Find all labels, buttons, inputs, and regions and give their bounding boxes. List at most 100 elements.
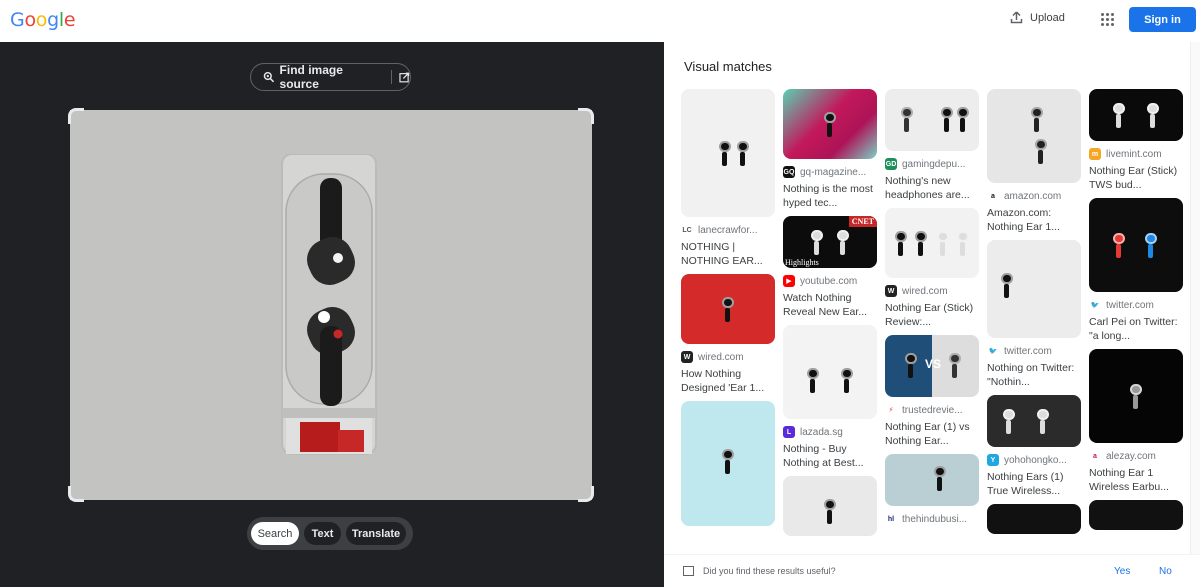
result-source[interactable]: LC lanecrawfor... <box>681 224 775 236</box>
site-favicon-icon: W <box>885 285 897 297</box>
visual-match-card[interactable]: Wwired.com How Nothing Designed 'Ear 1... <box>681 274 775 395</box>
crop-handle-top-right[interactable] <box>578 108 594 124</box>
earbud-graphic <box>811 230 823 255</box>
crop-handle-top-left[interactable] <box>68 108 84 124</box>
result-title[interactable]: Nothing Ears (1) True Wireless... <box>987 470 1081 498</box>
result-thumbnail[interactable] <box>783 476 877 536</box>
lens-search-icon <box>263 71 275 83</box>
result-title[interactable]: Nothing's new headphones are... <box>885 174 979 202</box>
result-source[interactable]: GD gamingdepu... <box>885 158 979 170</box>
visual-match-card[interactable]: LC lanecrawfor... NOTHING | NOTHING EAR... <box>681 89 775 268</box>
visual-match-card[interactable] <box>681 401 775 526</box>
result-thumbnail[interactable] <box>885 89 979 151</box>
site-favicon-icon: a <box>987 190 999 202</box>
selected-image-crop[interactable] <box>68 108 594 502</box>
result-thumbnail[interactable] <box>987 504 1081 534</box>
visual-match-card[interactable]: Llazada.sg Nothing - Buy Nothing at Best.… <box>783 325 877 470</box>
result-source[interactable]: ▶ youtube.com <box>783 275 877 287</box>
result-title[interactable]: Carl Pei on Twitter: "a long... <box>1089 315 1183 343</box>
result-source[interactable]: m livemint.com <box>1089 148 1183 160</box>
result-thumbnail[interactable] <box>987 240 1081 338</box>
mode-text-button[interactable]: Text <box>304 522 341 545</box>
result-thumbnail[interactable]: VS <box>885 335 979 397</box>
feedback-no-button[interactable]: No <box>1159 566 1172 577</box>
result-source[interactable]: 🐦 twitter.com <box>987 345 1081 357</box>
result-thumbnail[interactable] <box>783 325 877 419</box>
earbud-graphic <box>719 141 731 166</box>
visual-match-card[interactable]: Yyohohongko... Nothing Ears (1) True Wire… <box>987 395 1081 498</box>
result-title[interactable]: Nothing Ear (Stick) TWS bud... <box>1089 164 1183 192</box>
feedback-yes-button[interactable]: Yes <box>1114 566 1130 577</box>
crop-handle-bottom-left[interactable] <box>68 486 84 502</box>
result-thumbnail[interactable] <box>1089 198 1183 292</box>
open-in-new-icon[interactable] <box>399 72 410 83</box>
result-title[interactable]: How Nothing Designed 'Ear 1... <box>681 367 775 395</box>
earbud-graphic <box>722 449 734 474</box>
google-logo[interactable]: Google <box>10 9 76 31</box>
sign-in-button[interactable]: Sign in <box>1129 7 1196 32</box>
result-thumbnail[interactable] <box>1089 500 1183 530</box>
site-favicon-icon: m <box>1089 148 1101 160</box>
site-favicon-icon: GQ <box>783 166 795 178</box>
earbud-graphic <box>915 231 927 256</box>
result-source[interactable]: ⚡ trustedrevie... <box>885 404 979 416</box>
result-thumbnail[interactable] <box>783 89 877 159</box>
result-source[interactable]: GQ gq-magazine... <box>783 166 877 178</box>
visual-match-card[interactable]: m livemint.com Nothing Ear (Stick) TWS bud… <box>1089 89 1183 192</box>
result-thumbnail[interactable] <box>1089 89 1183 141</box>
apps-grid-icon[interactable] <box>1101 13 1114 26</box>
result-title[interactable]: Nothing on Twitter: "Nothin... <box>987 361 1081 389</box>
result-source[interactable]: a alezay.com <box>1089 450 1183 462</box>
visual-match-card[interactable]: a amazon.com Amazon.com: Nothing Ear 1... <box>987 89 1081 234</box>
result-title[interactable]: Nothing Ear 1 Wireless Earbu... <box>1089 466 1183 494</box>
results-scrollbar[interactable] <box>1190 42 1200 554</box>
result-thumbnail[interactable] <box>1089 349 1183 443</box>
earbud-graphic <box>941 107 953 132</box>
mode-translate-button[interactable]: Translate <box>346 522 406 545</box>
visual-match-card[interactable]: GQ gq-magazine... Nothing is the most hype… <box>783 89 877 210</box>
result-source[interactable]: a amazon.com <box>987 190 1081 202</box>
result-source[interactable]: hl thehindubusi... <box>885 513 979 525</box>
mode-search-button[interactable]: Search <box>251 522 299 545</box>
result-title[interactable]: Nothing - Buy Nothing at Best... <box>783 442 877 470</box>
result-title[interactable]: Nothing Ear (Stick) Review:... <box>885 301 979 329</box>
source-domain: livemint.com <box>1106 148 1162 160</box>
result-thumbnail[interactable] <box>681 89 775 217</box>
result-source[interactable]: 🐦 twitter.com <box>1089 299 1183 311</box>
result-source[interactable]: Wwired.com <box>681 351 775 363</box>
upload-button[interactable]: Upload <box>1010 11 1065 24</box>
result-source[interactable]: Wwired.com <box>885 285 979 297</box>
source-domain: alezay.com <box>1106 450 1156 462</box>
visual-match-card[interactable]: CNET Highlights ▶ youtube.com Watch Nothing … <box>783 216 877 319</box>
visual-match-card[interactable]: GD gamingdepu... Nothing's new headphones … <box>885 89 979 202</box>
visual-match-card[interactable] <box>1089 500 1183 530</box>
result-source[interactable]: Yyohohongko... <box>987 454 1081 466</box>
result-title[interactable]: Nothing is the most hyped tec... <box>783 182 877 210</box>
result-thumbnail[interactable] <box>681 274 775 344</box>
visual-match-card[interactable] <box>987 504 1081 534</box>
earbud-graphic <box>957 107 969 132</box>
visual-match-card[interactable]: hl thehindubusi... <box>885 454 979 525</box>
logo-letter: o <box>24 9 36 31</box>
crop-handle-bottom-right[interactable] <box>578 486 594 502</box>
result-thumbnail[interactable]: CNET Highlights <box>783 216 877 268</box>
result-title[interactable]: Watch Nothing Reveal New Ear... <box>783 291 877 319</box>
result-source[interactable]: Llazada.sg <box>783 426 877 438</box>
result-title[interactable]: Nothing Ear (1) vs Nothing Ear... <box>885 420 979 448</box>
visual-match-card[interactable]: 🐦 twitter.com Carl Pei on Twitter: "a long… <box>1089 198 1183 343</box>
find-image-source-button[interactable]: Find image source <box>250 63 411 91</box>
result-thumbnail[interactable] <box>681 401 775 526</box>
result-title[interactable]: Amazon.com: Nothing Ear 1... <box>987 206 1081 234</box>
result-thumbnail[interactable] <box>885 208 979 278</box>
result-thumbnail[interactable] <box>987 89 1081 183</box>
upload-icon <box>1010 11 1023 24</box>
result-title[interactable]: NOTHING | NOTHING EAR... <box>681 240 775 268</box>
earbud-graphic <box>1035 139 1047 164</box>
result-thumbnail[interactable] <box>987 395 1081 447</box>
visual-match-card[interactable] <box>783 476 877 536</box>
visual-match-card[interactable]: a alezay.com Nothing Ear 1 Wireless Earbu.… <box>1089 349 1183 494</box>
result-thumbnail[interactable] <box>885 454 979 506</box>
visual-match-card[interactable]: 🐦 twitter.com Nothing on Twitter: "Nothin.… <box>987 240 1081 389</box>
visual-match-card[interactable]: Wwired.com Nothing Ear (Stick) Review:... <box>885 208 979 329</box>
visual-match-card[interactable]: VS ⚡ trustedrevie... Nothing Ear (1) vs Not… <box>885 335 979 448</box>
